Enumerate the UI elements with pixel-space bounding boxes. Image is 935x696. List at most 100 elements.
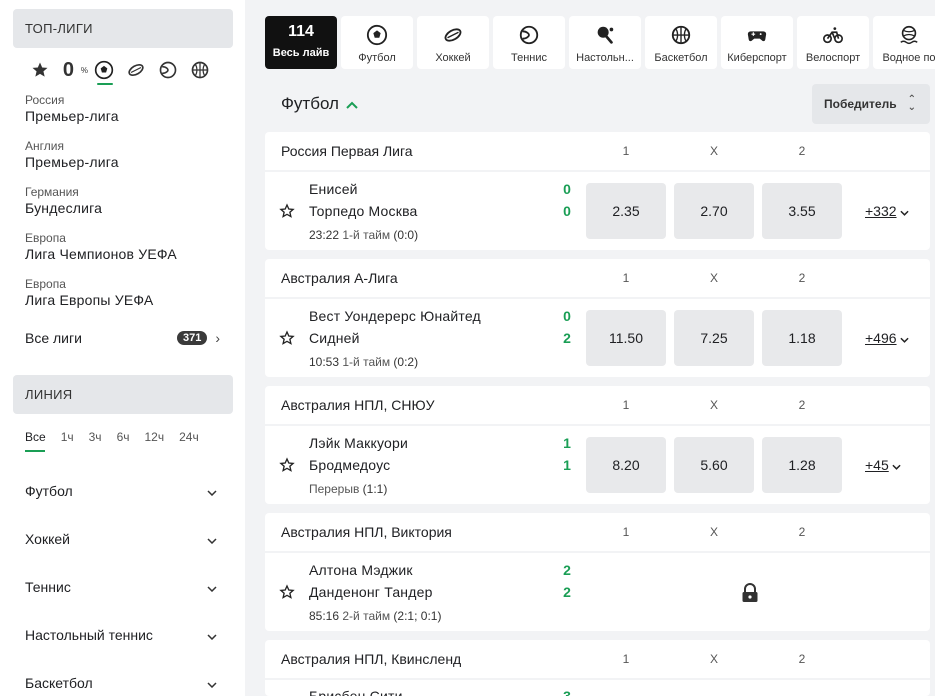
league-name: Премьер-лига (25, 154, 119, 170)
home-score: 1 (563, 435, 571, 451)
event-row[interactable]: Енисей Торпедо Москва 0 0 23:22 1-й тайм… (265, 172, 930, 250)
odd-button-x[interactable]: 7.25 (674, 310, 754, 366)
sidebar-league-item[interactable]: Россия Премьер-лига (25, 93, 119, 125)
tab-football[interactable]: Футбол (341, 16, 413, 69)
bicycle-icon (823, 27, 843, 44)
time-filter-12h[interactable]: 12ч (145, 430, 165, 452)
section-title-toggle[interactable]: Футбол (281, 94, 358, 114)
soccer-ball-icon[interactable] (88, 57, 120, 85)
more-markets-count: +45 (865, 457, 889, 473)
time-filter-3h[interactable]: 3ч (89, 430, 102, 452)
odd-button-2[interactable]: 3.55 (762, 183, 842, 239)
odd-button-x[interactable]: 2.70 (674, 183, 754, 239)
sidebar-league-item[interactable]: Европа Лига Европы УЕФА (25, 277, 153, 309)
tab-label: Велоспорт (805, 52, 861, 64)
tab-label: Футбол (358, 52, 396, 64)
league-name: Бундеслига (25, 200, 103, 216)
away-team: Торпедо Москва (309, 203, 418, 219)
zero-margin-icon[interactable]: 0% (56, 57, 88, 83)
top-leagues-header[interactable]: ТОП-ЛИГИ (13, 9, 233, 48)
favorite-star-icon[interactable] (279, 584, 295, 605)
sidebar-sport-tennis[interactable]: Теннис (25, 577, 217, 597)
away-team: Бродмедоус (309, 457, 391, 473)
tab-tennis[interactable]: Теннис (493, 16, 565, 69)
league-block: Австралия А-Лига 1 X 2 Вест Уондерерс Юн… (265, 259, 930, 377)
basketball-icon[interactable] (184, 57, 216, 83)
event-row[interactable]: Вест Уондерерс Юнайтед Сидней 0 2 10:53 … (265, 299, 930, 377)
column-2-header: 2 (798, 144, 806, 158)
column-1-header: 1 (622, 144, 630, 158)
column-1-header: 1 (622, 525, 630, 539)
chevron-down-icon (899, 330, 909, 346)
odd-button-1[interactable]: 11.50 (586, 310, 666, 366)
sidebar-league-item[interactable]: Европа Лига Чемпионов УЕФА (25, 231, 177, 263)
event-row[interactable]: Алтона Мэджик Данденонг Тандер 2 2 85:16… (265, 553, 930, 631)
sidebar-sport-basketball[interactable]: Баскетбол (25, 673, 217, 693)
odd-button-1[interactable]: 8.20 (586, 437, 666, 493)
tennis-ball-icon[interactable] (152, 57, 184, 83)
column-2-header: 2 (798, 398, 806, 412)
more-markets-link[interactable]: +496 (865, 330, 909, 346)
column-x-header: X (709, 525, 718, 539)
market-select-value: Победитель (824, 97, 897, 111)
tab-esports[interactable]: Киберспорт (721, 16, 793, 69)
tab-label: Настольн... (576, 52, 634, 64)
sidebar: ТОП-ЛИГИ 0% Россия Премьер-лига Англия П… (0, 0, 245, 696)
event-status: 10:53 1-й тайм (0:2) (309, 355, 418, 369)
sidebar-sport-football[interactable]: Футбол (25, 481, 217, 501)
league-name: Премьер-лига (25, 108, 119, 124)
time-filter-all[interactable]: Все (25, 430, 46, 452)
star-icon[interactable] (24, 57, 56, 83)
favorite-star-icon[interactable] (279, 457, 295, 478)
chevron-down-icon (207, 627, 217, 643)
home-team: Лэйк Маккуори (309, 435, 409, 451)
chevron-down-icon (207, 579, 217, 595)
tab-cycling[interactable]: Велоспорт (797, 16, 869, 69)
league-name: НПЛ, СНЮУ (354, 397, 435, 413)
odd-button-2[interactable]: 1.28 (762, 437, 842, 493)
column-1-header: 1 (622, 271, 630, 285)
league-block: Россия Первая Лига 1 X 2 Енисей Торпедо … (265, 132, 930, 250)
all-leagues-link[interactable]: Все лиги 371 › (25, 328, 220, 348)
sidebar-league-item[interactable]: Германия Бундеслига (25, 185, 102, 217)
tab-all-live[interactable]: 114 Весь лайв (265, 16, 337, 69)
line-header[interactable]: ЛИНИЯ (13, 375, 233, 414)
event-clock: 23:22 (309, 228, 340, 242)
event-period: 2-й тайм (342, 609, 391, 623)
more-markets-link[interactable]: +332 (865, 203, 909, 219)
league-header[interactable]: Россия Первая Лига 1 X 2 (265, 132, 930, 170)
tab-table-tennis[interactable]: Настольн... (569, 16, 641, 69)
sidebar-sport-table-tennis[interactable]: Настольный теннис (25, 625, 217, 645)
league-block: Австралия НПЛ, Виктория 1 X 2 Алтона Мэд… (265, 513, 930, 631)
event-clock: 85:16 (309, 609, 340, 623)
odd-button-2[interactable]: 1.18 (762, 310, 842, 366)
time-filter-1h[interactable]: 1ч (61, 430, 74, 452)
odd-button-x[interactable]: 5.60 (674, 437, 754, 493)
league-header[interactable]: Австралия А-Лига 1 X 2 (265, 259, 930, 297)
league-header[interactable]: Австралия НПЛ, СНЮУ 1 X 2 (265, 386, 930, 424)
tab-hockey[interactable]: Хоккей (417, 16, 489, 69)
hockey-puck-icon[interactable] (120, 57, 152, 83)
time-filter-24h[interactable]: 24ч (179, 430, 199, 452)
section-title: Футбол (281, 94, 339, 113)
zero-margin-label: 0 (62, 58, 74, 81)
market-select[interactable]: Победитель ⌃ ⌄ (812, 84, 930, 124)
tab-water-polo[interactable]: Водное по (873, 16, 935, 69)
sidebar-sport-hockey[interactable]: Хоккей (25, 529, 217, 549)
league-header[interactable]: Австралия НПЛ, Квинсленд 1 X 2 (265, 640, 930, 678)
favorite-star-icon[interactable] (279, 330, 295, 351)
sort-updown-icon: ⌃ ⌄ (907, 94, 916, 113)
odd-button-1[interactable]: 2.35 (586, 183, 666, 239)
tab-basketball[interactable]: Баскетбол (645, 16, 717, 69)
sidebar-league-item[interactable]: Англия Премьер-лига (25, 139, 119, 171)
time-filter-6h[interactable]: 6ч (117, 430, 130, 452)
event-detail: (0:0) (393, 228, 419, 242)
event-row[interactable]: Лэйк Маккуори Бродмедоус 1 1 Перерыв (1:… (265, 426, 930, 504)
chevron-down-icon (207, 675, 217, 691)
favorite-star-icon[interactable] (279, 203, 295, 224)
event-period: 1-й тайм (342, 355, 391, 369)
more-markets-link[interactable]: +45 (865, 457, 901, 473)
chevron-up-icon (346, 94, 358, 114)
event-row[interactable]: Брисбен Сити 3 (265, 680, 930, 696)
league-header[interactable]: Австралия НПЛ, Виктория 1 X 2 (265, 513, 930, 551)
